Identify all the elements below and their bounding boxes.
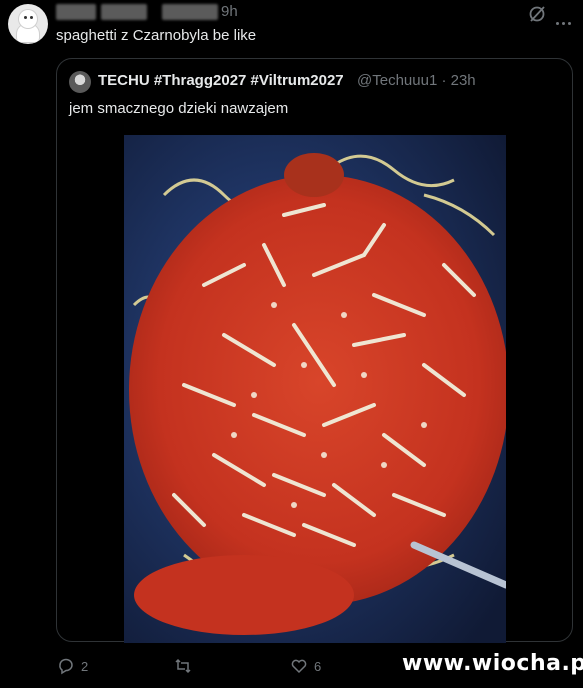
quote-author-avatar[interactable] [69, 71, 91, 93]
like-icon [291, 659, 307, 674]
quote-image-spaghetti[interactable] [124, 135, 506, 643]
quote-handle-time[interactable]: @Techuuu1 · 23h [357, 72, 476, 89]
like-count: 6 [314, 658, 322, 674]
reply-button[interactable]: 2 [57, 656, 88, 676]
avatar-eye [30, 16, 33, 19]
reply-icon [59, 658, 73, 675]
avatar-head [19, 10, 37, 28]
author-avatar[interactable] [8, 4, 48, 44]
repost-icon [175, 658, 191, 674]
post-time[interactable]: 9h [221, 3, 238, 20]
quote-text: jem smacznego dzieki nawzajem [69, 100, 289, 117]
author-name-blurred[interactable] [56, 4, 96, 20]
reply-count: 2 [81, 658, 89, 674]
repost-button[interactable] [174, 656, 198, 676]
post-text: spaghetti z Czarnobyla be like [56, 27, 257, 44]
avatar-eye [24, 16, 27, 19]
author-handle-blurred[interactable] [101, 4, 147, 20]
more-icon[interactable] [556, 12, 574, 25]
quoted-post[interactable]: TECHU #Thragg2027 #Viltrum2027 @Techuuu1… [56, 58, 573, 643]
quote-author-name[interactable]: TECHU #Thragg2027 #Viltrum2027 [98, 72, 344, 89]
like-button[interactable]: 6 [290, 656, 321, 676]
grok-icon[interactable] [527, 4, 547, 24]
watermark: www.wiocha.pl [402, 651, 583, 676]
author-handle-blurred-2[interactable] [162, 4, 218, 20]
spaghetti-photo [124, 135, 506, 643]
